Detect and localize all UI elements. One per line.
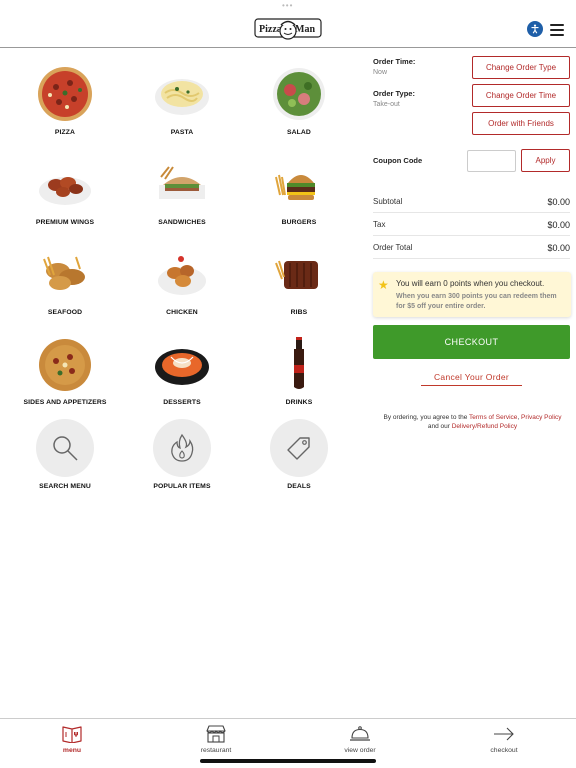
terms-notice: By ordering, you agree to the Terms of S… [373,413,572,431]
category-sandwiches[interactable]: SANDWICHES [122,155,242,235]
points-redeem-text: When you earn 300 points you can redeem … [396,293,557,310]
order-type-label: Order Type: [373,89,415,98]
category-label: SALAD [287,129,311,136]
salad-image [270,65,328,123]
nav-label: menu [62,747,82,754]
nav-label: checkout [490,747,518,754]
category-seafood[interactable]: SEAFOOD [5,245,125,325]
chicken-image [153,245,211,303]
tax-value: $0.00 [547,219,570,230]
nav-menu[interactable]: menu [0,719,144,768]
category-label: PIZZA [54,129,76,136]
category-pasta[interactable]: PASTA [122,65,242,145]
terms-prefix: By ordering, you agree to the [383,414,470,421]
status-dots: ••• [282,1,294,10]
category-chicken[interactable]: CHICKEN [122,245,242,325]
pasta-image [153,65,211,123]
burger-image [270,155,328,213]
category-salad[interactable]: SALAD [239,65,359,145]
category-label: RIBS [290,309,308,316]
category-label: SEARCH MENU [39,483,91,490]
hamburger-menu-icon[interactable] [550,24,564,36]
category-deals[interactable]: DEALS [239,419,359,499]
category-label: SEAFOOD [47,309,83,316]
wings-image [36,155,94,213]
sandwich-image [153,155,211,213]
category-drinks[interactable]: DRINKS [239,335,359,415]
coupon-code-label: Coupon Code [373,156,423,165]
home-indicator [200,759,376,763]
nav-checkout[interactable]: checkout [432,719,576,768]
terms-of-service-link[interactable]: Terms of Service [469,414,517,421]
category-label: PASTA [170,129,194,136]
refund-policy-link[interactable]: Delivery/Refund Policy [452,423,517,430]
subtotal-row: Subtotal $0.00 [373,191,570,213]
category-ribs[interactable]: RIBS [239,245,359,325]
cloche-icon [349,724,371,744]
change-order-time-button[interactable]: Change Order Time [472,84,570,107]
order-total-row: Order Total $0.00 [373,237,570,259]
category-label: BURGERS [281,219,317,226]
category-search-menu[interactable]: SEARCH MENU [5,419,125,499]
category-label: DESSERTS [163,399,201,406]
drink-image [270,335,328,393]
order-with-friends-button[interactable]: Order with Friends [472,112,570,135]
category-label: PREMIUM WINGS [35,219,95,226]
menu-category-grid: PIZZA PASTA SALAD PREMIUM WINGS SANDWICH… [0,48,366,718]
category-label: DRINKS [285,399,313,406]
menu-book-icon [61,724,83,744]
change-order-type-button[interactable]: Change Order Type [472,56,570,79]
cancel-order-link[interactable]: Cancel Your Order [421,372,522,386]
arrow-right-icon [493,724,515,744]
category-popular-items[interactable]: POPULAR ITEMS [122,419,242,499]
tax-row: Tax $0.00 [373,214,570,236]
category-label: SANDWICHES [158,219,206,226]
order-total-value: $0.00 [547,242,570,253]
order-time-label: Order Time: [373,57,416,66]
category-label: SIDES AND APPETIZERS [23,399,107,406]
order-total-label: Order Total [373,243,413,252]
points-earn-text: You will earn 0 points when you checkout… [396,279,545,288]
category-desserts[interactable]: DESSERTS [122,335,242,415]
ribs-image [270,245,328,303]
category-label: POPULAR ITEMS [153,483,211,490]
app-header: ••• Pizza Man [0,0,576,48]
category-pizza[interactable]: PIZZA [5,65,125,145]
nav-label: restaurant [200,747,232,754]
search-icon [36,419,94,477]
order-type-value: Take-out [373,101,400,108]
seafood-image [36,245,94,303]
nav-label: view order [344,747,376,754]
svg-text:Man: Man [295,24,315,35]
category-label: DEALS [287,483,311,490]
pizza-image [36,65,94,123]
sides-image [36,335,94,393]
star-icon: ★ [378,278,389,292]
category-premium-wings[interactable]: PREMIUM WINGS [5,155,125,235]
storefront-icon [205,724,227,744]
order-summary-panel: Order Time: Now Change Order Type Order … [366,48,576,718]
subtotal-label: Subtotal [373,197,403,206]
apply-coupon-button[interactable]: Apply [521,149,570,172]
terms-and: and our [427,423,452,430]
privacy-policy-link[interactable]: Privacy Policy [521,414,561,421]
accessibility-icon[interactable] [527,21,543,37]
svg-text:Pizza: Pizza [259,24,282,35]
checkout-button[interactable]: CHECKOUT [373,325,570,359]
tag-icon [270,419,328,477]
subtotal-value: $0.00 [547,196,570,207]
flame-icon [153,419,211,477]
category-burgers[interactable]: BURGERS [239,155,359,235]
dessert-image [153,335,211,393]
rewards-points-banner: ★ You will earn 0 points when you checko… [373,272,571,317]
tax-label: Tax [373,220,386,229]
coupon-code-input[interactable] [467,150,516,172]
category-label: CHICKEN [166,309,198,316]
pizza-man-logo[interactable]: Pizza Man [253,16,323,46]
order-time-value: Now [373,69,388,76]
category-sides-and-appetizers[interactable]: SIDES AND APPETIZERS [5,335,125,415]
